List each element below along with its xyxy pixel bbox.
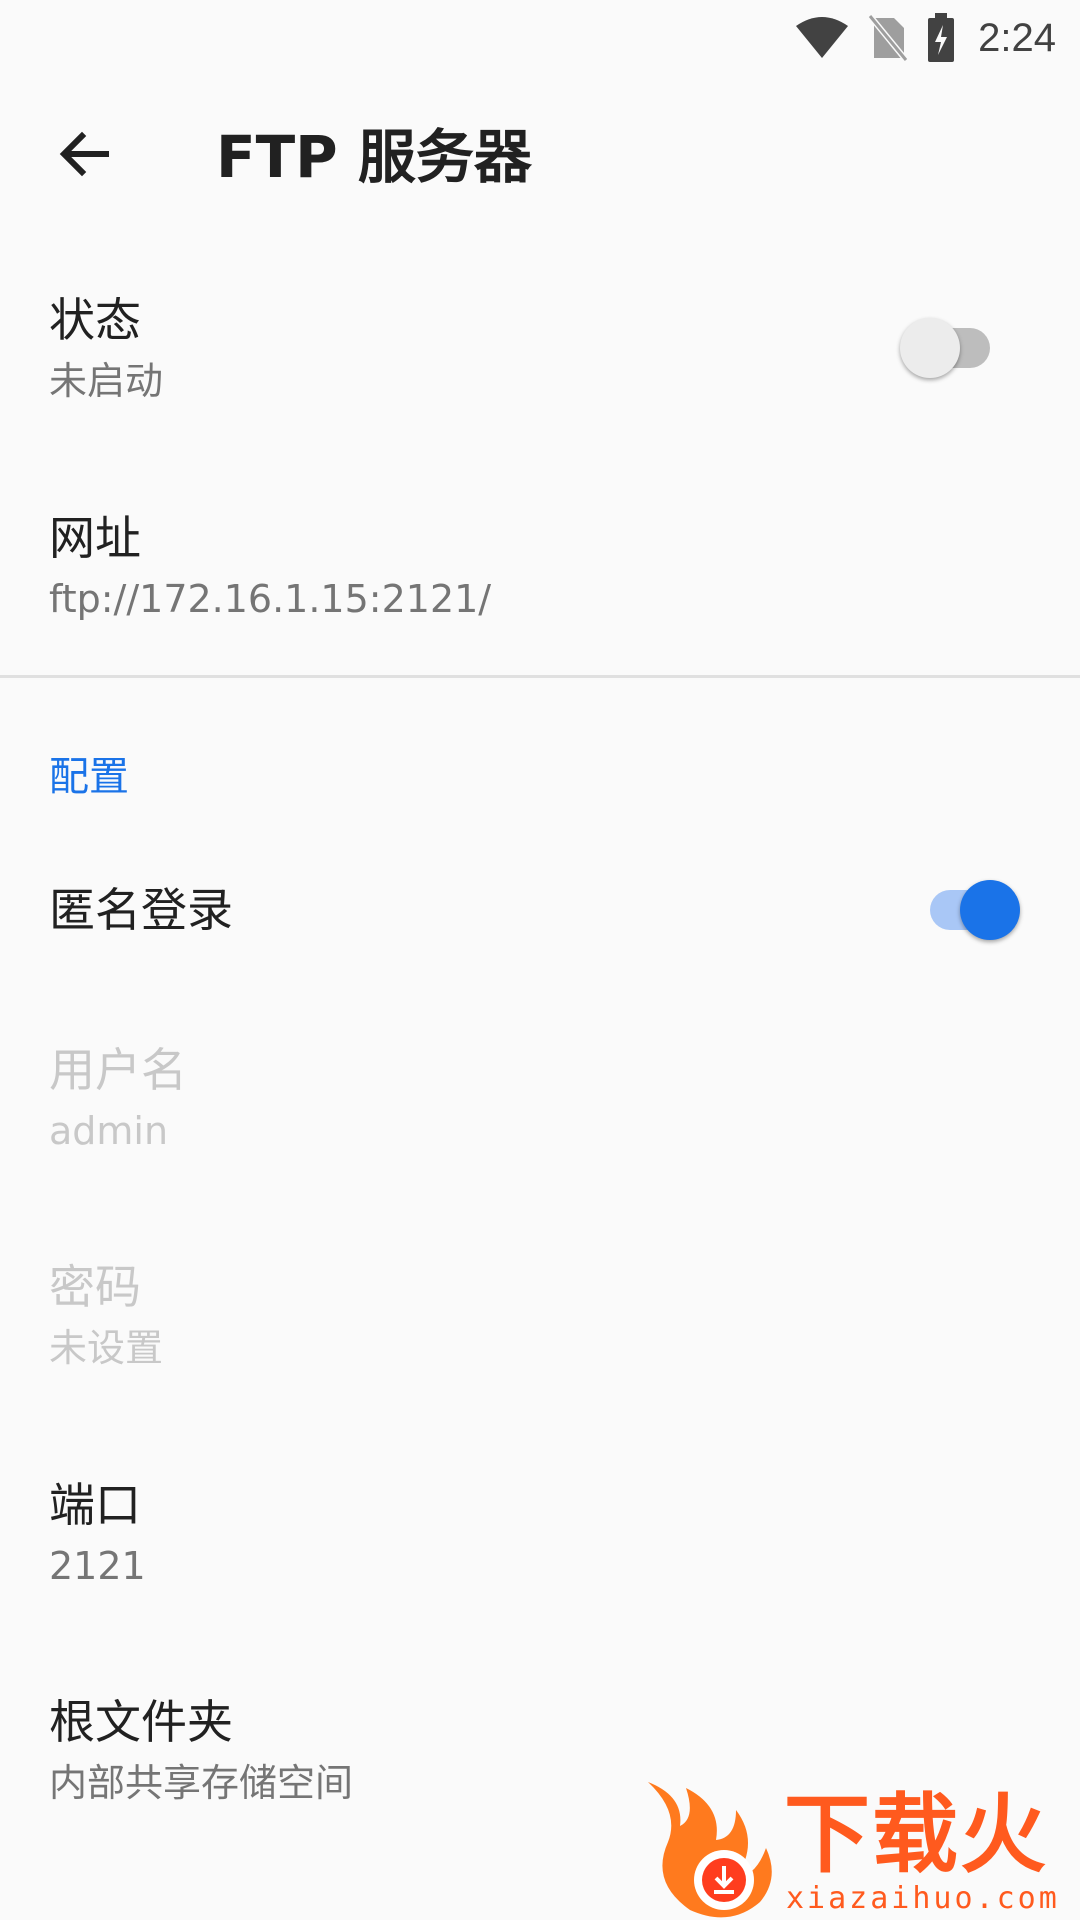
switch-thumb (960, 880, 1020, 940)
anonymous-login-title: 匿名登录 (49, 883, 233, 937)
root-folder-summary: 内部共享存储空间 (49, 1761, 354, 1805)
anonymous-login-switch[interactable] (920, 880, 1020, 940)
username-summary: admin (49, 1109, 169, 1153)
url-summary: ftp://172.16.1.15:2121/ (49, 577, 492, 621)
back-button[interactable] (36, 116, 132, 196)
status-summary: 未启动 (49, 359, 164, 403)
divider (0, 675, 1080, 678)
no-sim-icon (868, 14, 909, 62)
password-row: 密码 未设置 (0, 1237, 1080, 1407)
url-title: 网址 (49, 511, 141, 565)
section-header-config: 配置 (49, 754, 129, 800)
port-title: 端口 (49, 1478, 141, 1532)
watermark-brand: 下载火 (784, 1785, 1048, 1885)
port-row[interactable]: 端口 2121 (0, 1455, 1080, 1625)
anonymous-login-row[interactable]: 匿名登录 (0, 860, 1080, 960)
clock: 2:24 (978, 15, 1056, 60)
status-switch[interactable] (900, 318, 1000, 378)
password-summary: 未设置 (49, 1326, 164, 1370)
status-icons: 2:24 (794, 8, 1056, 68)
battery-charging-icon (926, 13, 956, 63)
status-title: 状态 (49, 293, 141, 347)
status-row[interactable]: 状态 未启动 (0, 262, 1080, 442)
arrow-back-icon (56, 126, 112, 186)
page-title: FTP 服务器 (216, 123, 532, 191)
watermark: 下载火 xiazaihuo.com (640, 1782, 1080, 1920)
watermark-domain: xiazaihuo.com (786, 1881, 1060, 1916)
switch-thumb (900, 318, 960, 378)
username-title: 用户名 (49, 1043, 187, 1097)
wifi-icon (794, 16, 850, 60)
status-bar: 2:24 (0, 0, 1080, 76)
root-folder-title: 根文件夹 (49, 1695, 233, 1749)
url-row[interactable]: 网址 ftp://172.16.1.15:2121/ (0, 480, 1080, 655)
port-summary: 2121 (49, 1544, 146, 1588)
username-row: 用户名 admin (0, 1020, 1080, 1190)
password-title: 密码 (49, 1260, 141, 1314)
app-bar: FTP 服务器 (0, 76, 1080, 236)
